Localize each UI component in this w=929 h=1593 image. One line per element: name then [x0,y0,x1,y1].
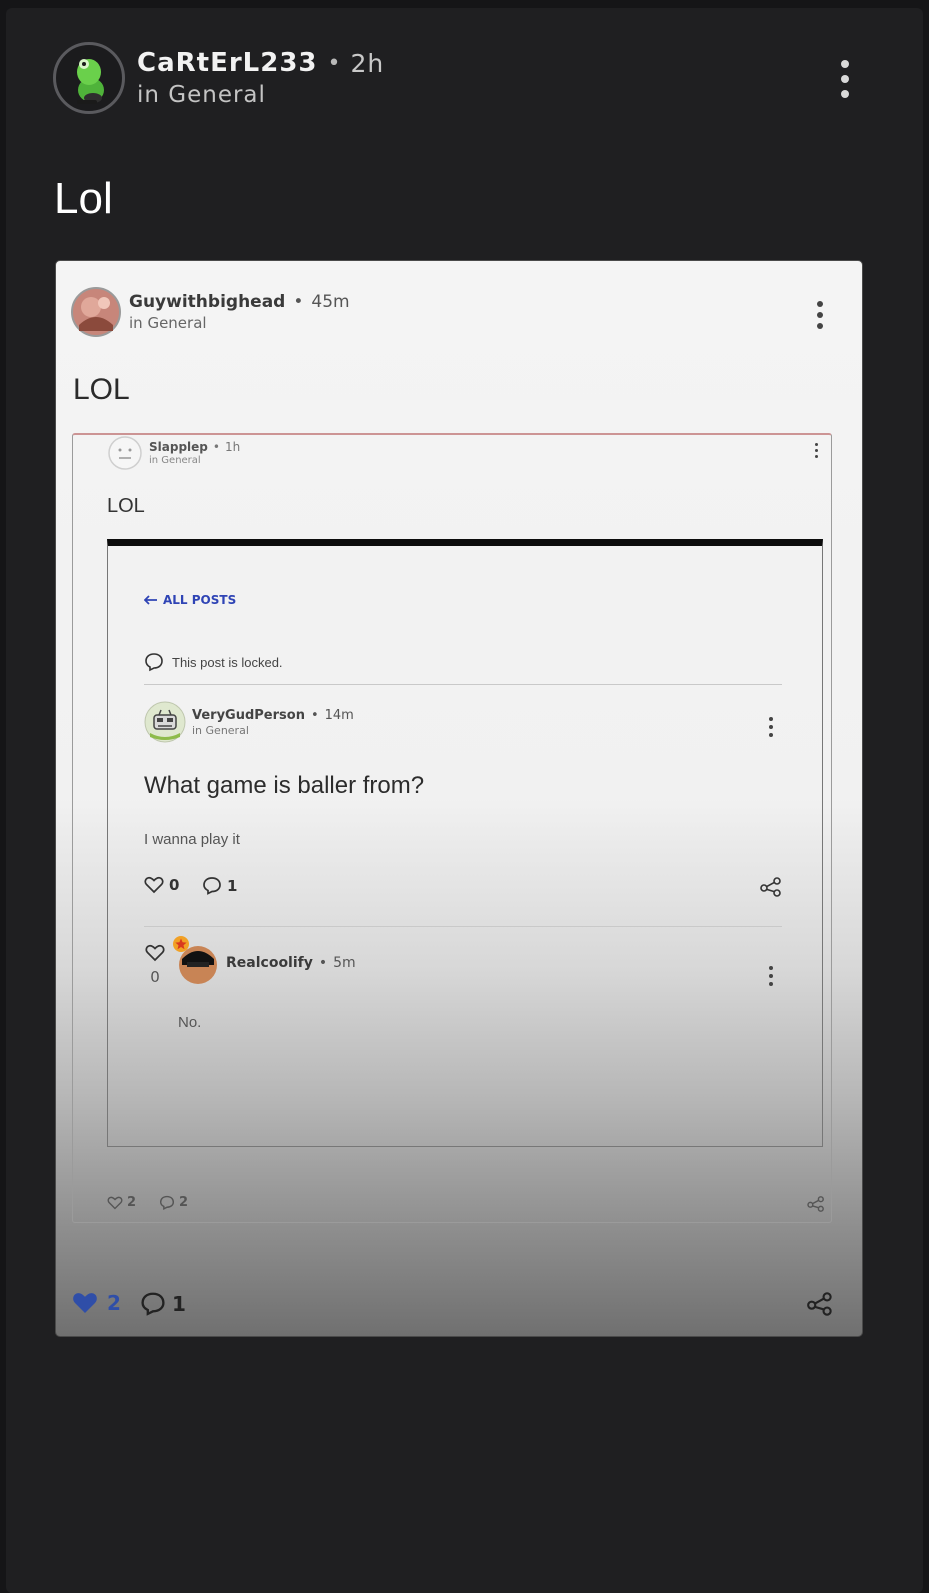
embedded-post-header: Guywithbighead • 45m in General [71,287,350,337]
post-category[interactable]: in General [129,314,350,332]
post-time: 45m [311,292,350,312]
share-icon [807,1196,824,1212]
divider [144,684,782,685]
arrow-left-icon [144,595,157,605]
more-options-icon [769,717,773,737]
separator-dot: • [318,955,328,971]
post-frame: CaRtErL233 • 2h in General Lol Guywithbi… [6,8,923,1593]
author-name: VeryGudPerson [192,707,305,723]
post-title: Lol [54,174,113,223]
more-options-icon[interactable] [841,60,849,98]
reply-author: Realcoolify [226,955,313,971]
avatar [108,436,142,470]
like-count[interactable]: 2 [71,1291,121,1315]
post-category: in General [149,455,201,466]
more-options-icon [815,443,818,458]
share-icon [760,877,781,897]
post-header: CaRtErL233 • 2h in General [53,42,384,114]
separator-dot: • [212,440,220,454]
reply-like: 0 [144,944,166,986]
post-title: LOL [107,495,145,517]
share-icon[interactable] [807,1292,833,1316]
like-count-value: 2 [107,1291,121,1315]
divider [144,926,782,927]
reply-time: 5m [333,955,356,971]
author-name[interactable]: Guywithbighead [129,292,285,312]
more-options-icon[interactable] [817,301,823,329]
forum-post-body: I wanna play it [144,831,240,848]
avatar [71,287,121,337]
post-time: 2h [350,48,385,78]
avatar[interactable] [53,42,125,114]
post-category[interactable]: in General [137,82,384,108]
nested-comment-count: 2 [159,1195,188,1210]
avatar [144,701,186,743]
reply-like-count: 0 [150,968,160,986]
separator-dot: • [310,707,319,723]
comment-icon [141,1292,165,1316]
heart-outline-icon [144,876,164,894]
author-name[interactable]: CaRtErL233 [137,48,318,78]
forum-post-header: VeryGudPerson • 14m in General [144,701,354,743]
heart-filled-icon [73,1293,97,1313]
avatar [179,946,217,984]
locked-notice: This post is locked. [144,652,283,672]
nested-post-header: Slapplep • 1h in General [107,435,240,471]
heart-outline-icon [145,944,165,962]
all-posts-link: ALL POSTS [144,593,236,607]
nested-post-image: Slapplep • 1h in General LOL ALL POSTS T… [72,433,832,1223]
separator-dot: • [327,50,341,76]
like-count-value: 0 [169,876,180,894]
comment-icon [145,653,163,672]
separator-dot: • [293,292,304,312]
post-category: in General [192,723,249,737]
nested-like-value: 2 [127,1195,137,1210]
all-posts-label: ALL POSTS [163,593,237,607]
like-count: 0 [144,876,179,894]
more-options-icon [769,966,773,986]
heart-outline-icon [107,1196,123,1209]
comment-count-value: 1 [172,1291,186,1316]
frog-avatar-icon [77,59,104,104]
post-time: 14m [324,707,354,723]
comment-count-value: 1 [227,876,238,895]
embedded-post-image[interactable]: Guywithbighead • 45m in General LOL Slap… [55,260,863,1337]
comment-icon [203,877,221,895]
forum-screenshot: ALL POSTS This post is locked. VeryGudPe… [107,539,823,1147]
locked-text: This post is locked. [172,654,283,670]
post-title: LOL [73,373,130,406]
reply-header: Realcoolify • 5m [173,936,356,985]
author-name: Slapplep [149,440,208,454]
forum-post-title: What game is baller from? [144,772,425,799]
comment-count[interactable]: 1 [140,1291,186,1316]
comment-count: 1 [202,876,237,895]
nested-like-count: 2 [107,1195,136,1210]
post-time: 1h [224,440,241,454]
nested-comment-value: 2 [179,1195,189,1210]
reply-body: No. [178,1014,202,1031]
comment-icon [159,1195,175,1210]
